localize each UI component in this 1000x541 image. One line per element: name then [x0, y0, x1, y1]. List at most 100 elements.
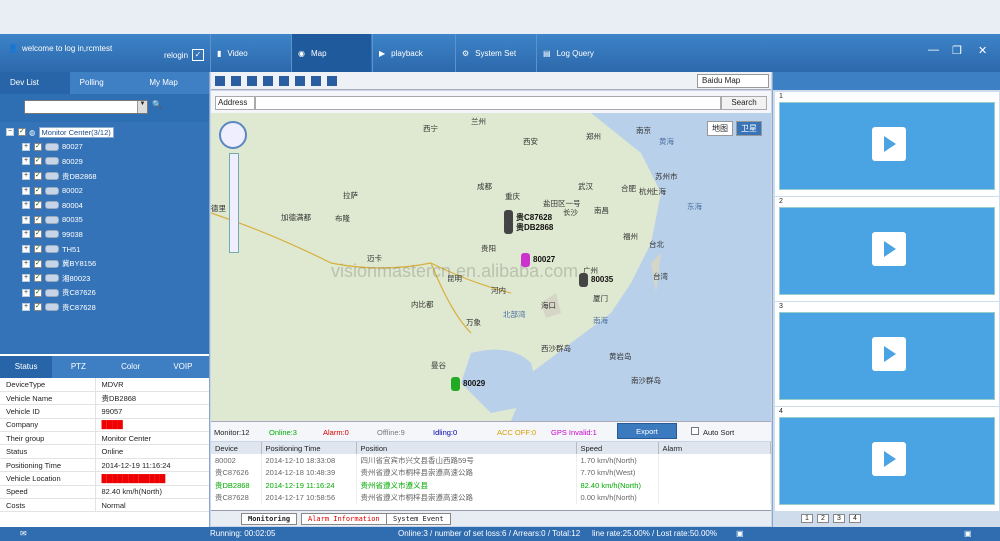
table-row[interactable]: 贵C87628 2014-12-17 10:58:56 贵州省遵义市桐梓县崇遵高速公… [211, 491, 771, 504]
address-input[interactable] [255, 96, 721, 110]
zoom-icon[interactable] [295, 76, 305, 86]
tree-device[interactable]: + ✓ TH51 [0, 242, 209, 257]
page-tab[interactable]: 4 [849, 514, 861, 523]
expand-icon[interactable]: + [22, 288, 30, 297]
expand-icon[interactable]: + [22, 215, 30, 224]
nav-playback[interactable]: ▶ playback [372, 34, 454, 72]
video-slot[interactable]: 2 [775, 197, 999, 301]
checkbox[interactable]: ✓ [34, 215, 42, 224]
page-tab[interactable]: 2 [817, 514, 829, 523]
map-view[interactable]: 兰州 西宁 西安 郑州 南京 成都 重庆 盐田区一号 武汉 合肥 杭州 苏州市 上海 拉萨 长沙 南昌 福州 台北… [211, 113, 771, 421]
expand-icon[interactable]: + [22, 172, 30, 181]
video-frame[interactable] [779, 417, 995, 505]
tree-device[interactable]: + ✓ 80029 [0, 154, 209, 169]
video-frame[interactable] [779, 312, 995, 400]
tab-color[interactable]: Color [105, 356, 157, 378]
checkbox[interactable]: ✓ [34, 201, 42, 210]
checkbox[interactable]: ✓ [34, 259, 42, 268]
vehicle-marker-icon[interactable] [579, 273, 588, 287]
relogin-button[interactable]: relogin ✓ [164, 49, 205, 61]
tree-device[interactable]: + ✓ 80027 [0, 140, 209, 155]
measure-icon[interactable] [279, 76, 289, 86]
play-icon[interactable] [872, 337, 906, 371]
tree-device[interactable]: + ✓ 冀BY8156 [0, 256, 209, 271]
expand-icon[interactable]: + [22, 230, 30, 239]
tree-device[interactable]: + ✓ 99038 [0, 227, 209, 242]
expand-icon[interactable]: + [22, 142, 30, 151]
tree-device[interactable]: + ✓ 湘80023 [0, 271, 209, 286]
nav-log-query[interactable]: ▤ Log Query [536, 34, 616, 72]
tree-device[interactable]: + ✓ 贵C87628 [0, 300, 209, 315]
tree-device[interactable]: + ✓ 80002 [0, 183, 209, 198]
expand-icon[interactable]: + [22, 274, 30, 283]
expand-icon[interactable]: + [22, 201, 30, 210]
nav-video[interactable]: ▮ Video [210, 34, 290, 72]
settings-icon[interactable]: ▣ [964, 529, 972, 538]
tree-root[interactable]: Monitor Center(3/12) [38, 126, 114, 138]
clear-icon[interactable] [311, 76, 321, 86]
export-button[interactable]: Export [617, 423, 677, 439]
stop-icon[interactable] [231, 76, 241, 86]
video-slot[interactable]: 3 [775, 302, 999, 406]
map-provider-select[interactable]: Baidu Map [697, 74, 769, 88]
tab-my-map[interactable]: My Map [139, 72, 209, 94]
device-search-input[interactable] [24, 100, 148, 114]
video-frame[interactable] [779, 207, 995, 295]
checkbox[interactable]: ✓ [34, 274, 42, 283]
message-icon[interactable]: ✉ [20, 529, 27, 538]
tree-device[interactable]: + ✓ 贵DB2868 [0, 169, 209, 184]
play-icon[interactable] [872, 127, 906, 161]
expand-icon[interactable]: + [22, 186, 30, 195]
minimize-icon[interactable]: — [928, 44, 939, 56]
satellite-view-button[interactable]: 卫星 [736, 121, 762, 136]
checkbox[interactable]: ✓ [34, 142, 42, 151]
checkbox[interactable]: ✓ [34, 172, 42, 181]
video-slot[interactable]: 1 [775, 92, 999, 196]
table-row[interactable]: 贵C87626 2014-12-18 10:48:39 贵州省遵义市桐梓县崇遵高速公… [211, 466, 771, 479]
play-icon[interactable] [872, 232, 906, 266]
tree-device[interactable]: + ✓ 贵C87626 [0, 286, 209, 301]
page-tab[interactable]: 3 [833, 514, 845, 523]
play-icon[interactable] [872, 442, 906, 476]
search-icon[interactable]: 🔍 [152, 100, 162, 109]
auto-sort-checkbox[interactable] [691, 427, 699, 435]
nav-system-set[interactable]: ⚙ System Set [455, 34, 535, 72]
expand-icon[interactable]: + [22, 303, 30, 312]
tab-status[interactable]: Status [0, 356, 53, 378]
video-slot[interactable]: 4 [775, 407, 999, 511]
zoom-slider[interactable] [229, 153, 239, 253]
pan-control[interactable] [219, 121, 247, 149]
arrow-icon[interactable] [215, 76, 225, 86]
search-button[interactable]: Search [721, 96, 767, 110]
chevron-down-icon[interactable]: ▼ [137, 101, 147, 113]
expand-icon[interactable]: ▣ [736, 529, 744, 538]
tab-system-event[interactable]: System Event [386, 513, 451, 525]
expand-icon[interactable]: − [6, 128, 14, 137]
map-view-button[interactable]: 地图 [707, 121, 733, 136]
vehicle-marker-icon[interactable] [504, 220, 513, 234]
nav-map[interactable]: ◉ Map [291, 34, 371, 72]
checkbox[interactable]: ✓ [18, 128, 26, 137]
table-row[interactable]: 贵DB2868 2014-12-19 11:16:24 贵州省遵义市遵义县 82.40… [211, 479, 771, 492]
expand-icon[interactable]: + [22, 157, 30, 166]
tree-device[interactable]: + ✓ 80004 [0, 198, 209, 213]
expand-icon[interactable]: + [22, 245, 30, 254]
tab-polling[interactable]: Polling [70, 72, 140, 94]
checkbox[interactable]: ✓ [34, 303, 42, 312]
checkbox[interactable]: ✓ [34, 230, 42, 239]
close-icon[interactable]: ✕ [978, 44, 987, 57]
save-icon[interactable] [327, 76, 337, 86]
page-tab[interactable]: 1 [801, 514, 813, 523]
table-row[interactable]: 80002 2014-12-10 18:33:08 四川省宜宾市兴文县香山西路59号… [211, 454, 771, 467]
checkbox[interactable]: ✓ [34, 288, 42, 297]
tab-dev-list[interactable]: Dev List [0, 72, 70, 94]
checkbox[interactable]: ✓ [34, 186, 42, 195]
video-frame[interactable] [779, 102, 995, 190]
select-icon[interactable] [263, 76, 273, 86]
region-icon[interactable] [247, 76, 257, 86]
tab-monitoring[interactable]: Monitoring [241, 513, 298, 525]
tree-device[interactable]: + ✓ 80035 [0, 213, 209, 228]
tab-voip[interactable]: VOIP [157, 356, 209, 378]
restore-icon[interactable]: ❐ [952, 44, 962, 57]
checkbox[interactable]: ✓ [34, 245, 42, 254]
